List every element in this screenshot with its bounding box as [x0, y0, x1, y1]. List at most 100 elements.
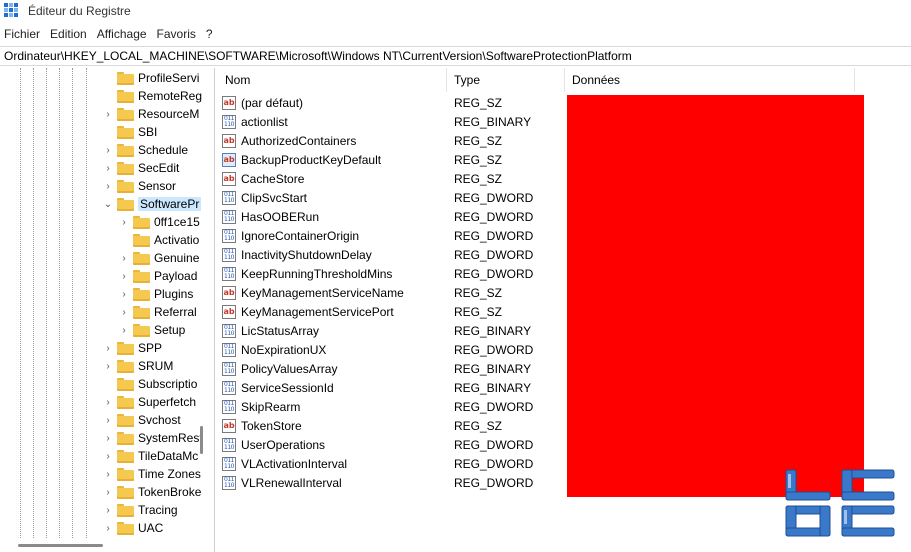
- chevron-right-icon[interactable]: ›: [118, 252, 130, 264]
- value-row[interactable]: 011 110 KeepRunningThresholdMins REG_DWORD: [222, 264, 569, 283]
- chevron-right-icon[interactable]: ›: [102, 144, 114, 156]
- value-row[interactable]: 011 110 IgnoreContainerOrigin REG_DWORD: [222, 226, 569, 245]
- address-bar[interactable]: Ordinateur\HKEY_LOCAL_MACHINE\SOFTWARE\M…: [0, 46, 911, 66]
- value-name: KeyManagementServiceName: [241, 285, 404, 300]
- value-row[interactable]: 011 110 InactivityShutdownDelay REG_DWORD: [222, 245, 569, 264]
- value-row[interactable]: 011 110 HasOOBERun REG_DWORD: [222, 207, 569, 226]
- chevron-right-icon[interactable]: ›: [102, 522, 114, 534]
- value-row[interactable]: 011 110 PolicyValuesArray REG_BINARY: [222, 359, 569, 378]
- tree-key-19[interactable]: › Svchost: [102, 411, 181, 429]
- tree-key-0[interactable]: ProfileServi: [102, 69, 199, 87]
- tree-key-22[interactable]: › Time Zones: [102, 465, 201, 483]
- chevron-right-icon[interactable]: ›: [102, 396, 114, 408]
- tree-key-15[interactable]: › SPP: [102, 339, 162, 357]
- chevron-right-icon[interactable]: ›: [118, 324, 130, 336]
- tree-key-5[interactable]: › SecEdit: [102, 159, 179, 177]
- tree-horizontal-scrollbar[interactable]: [0, 540, 212, 552]
- chevron-right-icon[interactable]: ›: [118, 270, 130, 282]
- value-type: REG_SZ: [454, 418, 503, 433]
- folder-icon: [117, 197, 134, 211]
- tree-key-9[interactable]: Activatio: [118, 231, 199, 249]
- tree-key-label: Svchost: [138, 413, 181, 427]
- chevron-right-icon[interactable]: ›: [102, 450, 114, 462]
- tree-key-label: Payload: [154, 269, 198, 283]
- tree-key-25[interactable]: › UAC: [102, 519, 163, 537]
- tree-vertical-scrollbar[interactable]: [200, 426, 203, 454]
- column-header-type[interactable]: Type: [447, 68, 565, 92]
- value-type: REG_DWORD: [454, 342, 534, 357]
- tree-key-18[interactable]: › Superfetch: [102, 393, 196, 411]
- chevron-right-icon[interactable]: ›: [102, 486, 114, 498]
- chevron-right-icon[interactable]: ›: [118, 288, 130, 300]
- value-row[interactable]: 011 110 ServiceSessionId REG_BINARY: [222, 378, 569, 397]
- value-row[interactable]: 011 110 VLRenewalInterval REG_DWORD: [222, 473, 569, 492]
- value-name-cell: ab BackupProductKeyDefault: [222, 152, 451, 167]
- column-header-name[interactable]: Nom: [218, 68, 447, 92]
- chevron-right-icon[interactable]: ›: [102, 108, 114, 120]
- tree-key-17[interactable]: Subscriptio: [102, 375, 197, 393]
- tree-key-6[interactable]: › Sensor: [102, 177, 176, 195]
- tree-key-label: Genuine: [154, 251, 200, 265]
- tree-key-4[interactable]: › Schedule: [102, 141, 188, 159]
- tree-key-label: TileDataMc: [138, 449, 199, 463]
- chevron-right-icon[interactable]: ›: [102, 414, 114, 426]
- chevron-right-icon[interactable]: ›: [102, 180, 114, 192]
- value-row[interactable]: ab KeyManagementServicePort REG_SZ: [222, 302, 569, 321]
- tree-key-20[interactable]: › SystemRest: [102, 429, 203, 447]
- value-row[interactable]: 011 110 LicStatusArray REG_BINARY: [222, 321, 569, 340]
- tree-horizontal-scroll-thumb[interactable]: [18, 544, 103, 547]
- tree-key-14[interactable]: › Setup: [118, 321, 185, 339]
- tree-key-label: Setup: [154, 323, 186, 337]
- value-row[interactable]: ab CacheStore REG_SZ: [222, 169, 569, 188]
- value-row[interactable]: ab (par défaut) REG_SZ: [222, 93, 569, 112]
- tree-key-12[interactable]: › Plugins: [118, 285, 193, 303]
- folder-icon: [133, 287, 150, 301]
- chevron-right-icon[interactable]: ›: [102, 468, 114, 480]
- value-name-cell: 011 110 VLActivationInterval: [222, 456, 451, 471]
- value-row[interactable]: 011 110 UserOperations REG_DWORD: [222, 435, 569, 454]
- value-row[interactable]: 011 110 VLActivationInterval REG_DWORD: [222, 454, 569, 473]
- chevron-right-icon[interactable]: ›: [102, 360, 114, 372]
- tree-key-8[interactable]: › 0ff1ce15: [118, 213, 200, 231]
- tree-key-11[interactable]: › Payload: [118, 267, 197, 285]
- chevron-right-icon[interactable]: ›: [102, 432, 114, 444]
- value-row[interactable]: ab TokenStore REG_SZ: [222, 416, 569, 435]
- tree-key-7[interactable]: ⌄ SoftwarePr: [102, 195, 202, 213]
- menu-help[interactable]: ?: [202, 27, 219, 41]
- menu-fichier[interactable]: Fichier: [0, 27, 46, 41]
- chevron-right-icon[interactable]: ›: [118, 306, 130, 318]
- folder-icon: [133, 305, 150, 319]
- menu-favoris[interactable]: Favoris: [153, 27, 202, 41]
- value-row[interactable]: 011 110 SkipRearm REG_DWORD: [222, 397, 569, 416]
- chevron-down-icon[interactable]: ⌄: [102, 198, 114, 210]
- tree-key-2[interactable]: › ResourceM: [102, 105, 199, 123]
- menu-edition[interactable]: Edition: [46, 27, 93, 41]
- chevron-right-icon[interactable]: ›: [102, 342, 114, 354]
- tree-key-21[interactable]: › TileDataMc: [102, 447, 198, 465]
- chevron-right-icon[interactable]: ›: [102, 162, 114, 174]
- value-row[interactable]: 011 110 NoExpirationUX REG_DWORD: [222, 340, 569, 359]
- value-row[interactable]: 011 110 ClipSvcStart REG_DWORD: [222, 188, 569, 207]
- value-name-cell: 011 110 UserOperations: [222, 437, 451, 452]
- value-row[interactable]: ab KeyManagementServiceName REG_SZ: [222, 283, 569, 302]
- tree-key-13[interactable]: › Referral: [118, 303, 196, 321]
- tree-key-24[interactable]: › Tracing: [102, 501, 177, 519]
- column-header-data[interactable]: Données: [565, 68, 855, 92]
- chevron-right-icon[interactable]: ›: [102, 504, 114, 516]
- value-type: REG_DWORD: [454, 190, 534, 205]
- tree-key-label: SystemRest: [138, 431, 203, 445]
- menu-affichage[interactable]: Affichage: [93, 27, 153, 41]
- binary-value-icon: 011 110: [222, 247, 236, 262]
- binary-value-icon: 011 110: [222, 209, 236, 224]
- chevron-right-icon[interactable]: ›: [118, 216, 130, 228]
- tree-key-23[interactable]: › TokenBroke: [102, 483, 201, 501]
- value-row[interactable]: ab AuthorizedContainers REG_SZ: [222, 131, 569, 150]
- value-row[interactable]: ab BackupProductKeyDefault REG_SZ: [222, 150, 569, 169]
- folder-icon: [117, 467, 134, 481]
- tree-key-10[interactable]: › Genuine: [118, 249, 199, 267]
- value-row[interactable]: 011 110 actionlist REG_BINARY: [222, 112, 569, 131]
- binary-value-icon: 011 110: [222, 456, 236, 471]
- tree-key-3[interactable]: SBI: [102, 123, 157, 141]
- tree-key-1[interactable]: RemoteReg: [102, 87, 202, 105]
- tree-key-16[interactable]: › SRUM: [102, 357, 173, 375]
